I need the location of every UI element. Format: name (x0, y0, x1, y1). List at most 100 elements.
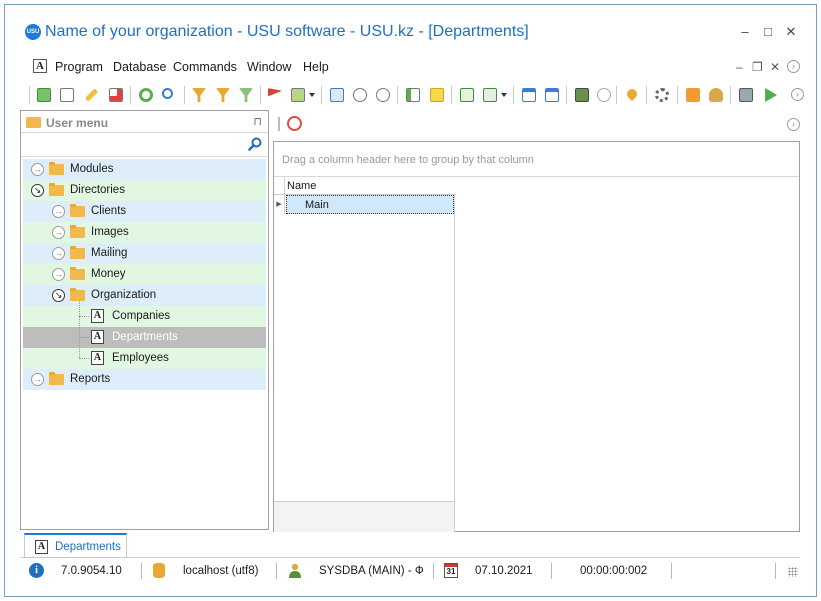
minimize-button[interactable]: – (734, 22, 756, 42)
rss-icon[interactable] (684, 86, 702, 104)
filter-clear-icon[interactable] (214, 86, 232, 104)
column-header-name[interactable]: Name (287, 180, 316, 192)
document-icon[interactable]: A (33, 59, 47, 73)
expand-icon[interactable]: → (52, 268, 65, 281)
collapse-icon[interactable]: ↘ (31, 184, 44, 197)
tree-item-directories[interactable]: ↘ Directories (23, 180, 266, 201)
image-icon[interactable] (289, 86, 307, 104)
maximize-button[interactable]: □ (757, 22, 779, 42)
dropdown-arrow-icon[interactable] (308, 86, 316, 104)
add-row-icon[interactable] (404, 86, 422, 104)
status-separator (433, 563, 434, 579)
folder-icon (70, 225, 85, 238)
tree-item-money[interactable]: → Money (23, 264, 266, 285)
toolbar-separator (616, 86, 617, 104)
expand-icon[interactable]: → (31, 373, 44, 386)
column-chooser-icon[interactable] (328, 86, 346, 104)
tree-connector (79, 358, 89, 359)
menu-help[interactable]: Help (303, 60, 329, 74)
collapse-icon[interactable]: ↘ (52, 289, 65, 302)
menu-database[interactable]: Database (113, 60, 167, 74)
menu-program[interactable]: Program (55, 60, 103, 74)
window-close-icon[interactable] (520, 86, 538, 104)
tree-item-clients[interactable]: → Clients (23, 201, 266, 222)
tree-item-label: Employees (112, 352, 169, 364)
refresh-icon[interactable] (287, 116, 302, 131)
copy-icon[interactable] (58, 86, 76, 104)
table-row[interactable]: ▶ Main (274, 195, 455, 214)
play-icon[interactable] (761, 86, 779, 104)
toolbar-separator (677, 86, 678, 104)
settings-icon[interactable] (653, 86, 671, 104)
pin-icon[interactable]: ⊓ (253, 115, 262, 128)
tree-item-images[interactable]: → Images (23, 222, 266, 243)
resize-grip-icon[interactable] (788, 567, 798, 577)
user-menu-panel: User menu ⊓ → Modules ↘ Directories → Clients… (20, 110, 269, 530)
menu-commands[interactable]: Commands (173, 60, 237, 74)
mdi-close-button[interactable]: ✕ (770, 60, 780, 74)
add-icon[interactable] (35, 86, 53, 104)
location-pin-icon[interactable] (623, 86, 641, 104)
exit-icon[interactable] (573, 86, 591, 104)
expand-all-icon[interactable] (374, 86, 392, 104)
search-icon[interactable] (248, 137, 262, 151)
close-button[interactable]: ✕ (780, 22, 802, 42)
export-icon[interactable] (458, 86, 476, 104)
user-menu-search[interactable] (21, 133, 268, 157)
toolbar-separator (730, 86, 731, 104)
print-icon[interactable] (737, 86, 755, 104)
tree-item-mailing[interactable]: → Mailing (23, 243, 266, 264)
document-icon: A (91, 351, 104, 365)
tab-departments[interactable]: A Departments (24, 533, 127, 558)
mdi-restore-button[interactable]: ❐ (752, 60, 763, 74)
expand-icon[interactable]: → (52, 226, 65, 239)
folder-icon (49, 162, 64, 175)
folder-open-icon (70, 288, 85, 301)
document-icon: A (91, 330, 104, 344)
server-text: localhost (utf8) (183, 565, 259, 577)
tree-item-companies[interactable]: A Companies (23, 306, 266, 327)
mdi-minimize-button[interactable]: – (736, 60, 743, 74)
flag-icon[interactable] (266, 86, 284, 104)
grid-footer (274, 501, 455, 532)
tree-item-reports[interactable]: → Reports (23, 369, 266, 390)
tree-item-label: Departments (112, 331, 178, 343)
tree-item-organization[interactable]: ↘ Organization (23, 285, 266, 306)
window-new-icon[interactable] (543, 86, 561, 104)
note-icon[interactable] (428, 86, 446, 104)
dropdown-arrow-icon[interactable] (500, 86, 508, 104)
expand-icon[interactable]: → (52, 205, 65, 218)
tree-item-label: Companies (112, 310, 171, 322)
menu-overflow-icon[interactable]: › (787, 60, 800, 73)
info-icon: i (29, 563, 44, 578)
search-icon[interactable] (160, 86, 178, 104)
delete-icon[interactable] (107, 86, 125, 104)
filter-icon[interactable] (190, 86, 208, 104)
menu-window[interactable]: Window (247, 60, 291, 74)
tree-item-departments[interactable]: A Departments (23, 327, 266, 348)
folder-icon (70, 246, 85, 259)
table-cell[interactable]: Main (286, 195, 454, 214)
import-icon[interactable] (481, 86, 499, 104)
toolbar-overflow-icon[interactable]: › (791, 88, 804, 101)
tree-item-modules[interactable]: → Modules (23, 159, 266, 180)
grid-panel: Drag a column header here to group by th… (273, 141, 800, 532)
filter-settings-icon[interactable] (237, 86, 255, 104)
expand-icon[interactable]: → (31, 163, 44, 176)
users-icon[interactable] (707, 86, 725, 104)
refresh-icon[interactable] (137, 86, 155, 104)
tree-item-employees[interactable]: A Employees (23, 348, 266, 369)
toolbar-separator (260, 86, 261, 104)
collapse-all-icon[interactable] (351, 86, 369, 104)
group-by-hint: Drag a column header here to group by th… (282, 154, 534, 166)
panel-overflow-icon[interactable]: › (787, 118, 800, 131)
toolbar: › (27, 84, 817, 106)
tree-item-label: Directories (70, 184, 125, 196)
edit-icon[interactable] (82, 86, 100, 104)
tree-connector (79, 337, 89, 338)
circle-arrow-icon[interactable] (595, 86, 613, 104)
expand-icon[interactable]: → (52, 247, 65, 260)
status-separator (551, 563, 552, 579)
row-indicator-icon: ▶ (274, 195, 285, 214)
group-by-panel[interactable]: Drag a column header here to group by th… (274, 142, 799, 177)
